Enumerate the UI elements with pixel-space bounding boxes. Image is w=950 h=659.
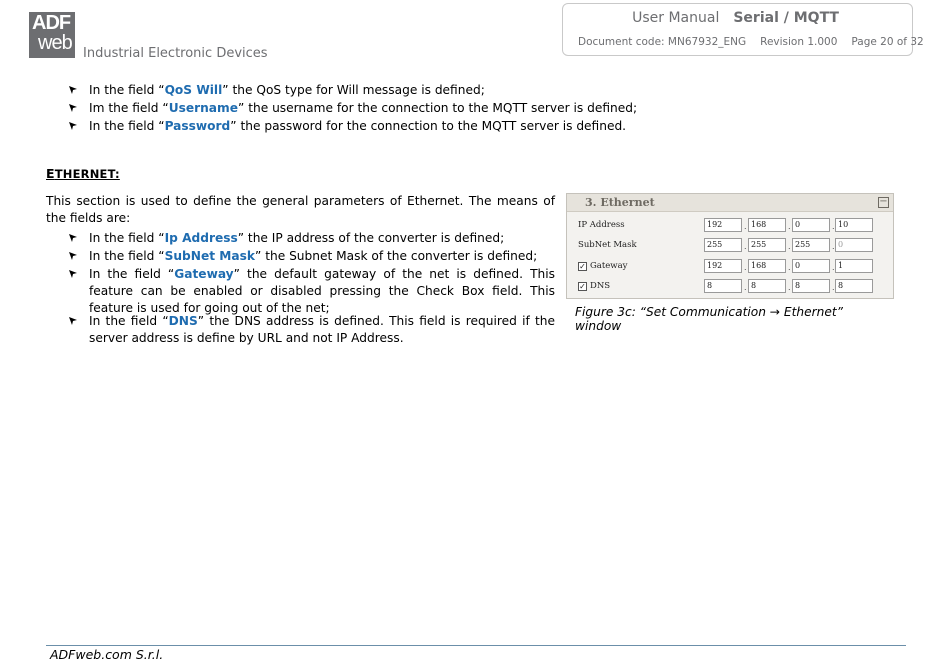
bullet-gateway: In the field “Gateway” the default gatew… bbox=[69, 266, 555, 317]
header-title-row: User Manual Serial / MQTT bbox=[632, 10, 839, 26]
field-name: Ip Address bbox=[164, 231, 238, 245]
field-name: DNS bbox=[168, 314, 198, 328]
ip-octet-4[interactable]: 10 bbox=[835, 218, 873, 232]
ip-octet-1[interactable]: 192 bbox=[704, 218, 742, 232]
row-subnet-mask: SubNet Mask 255 . 255 . 255 . 0 bbox=[567, 237, 893, 255]
collapse-icon[interactable]: − bbox=[878, 197, 889, 208]
arrow-bullet-icon bbox=[69, 104, 77, 112]
section-intro: This section is used to define the gener… bbox=[46, 194, 555, 225]
logo-bottom-text: web bbox=[38, 32, 73, 54]
dot-separator: . bbox=[788, 222, 791, 231]
row-gateway: ✓ Gateway 192 . 168 . 0 . 1 bbox=[567, 258, 893, 276]
row-label: ✓ DNS bbox=[578, 281, 611, 291]
gateway-checkbox[interactable]: ✓ bbox=[578, 261, 587, 271]
row-label: IP Address bbox=[578, 220, 625, 230]
panel-header: 3. Ethernet − bbox=[567, 194, 893, 212]
section-heading-ethernet: ETHERNET: bbox=[46, 166, 120, 181]
arrow-bullet-icon bbox=[69, 86, 77, 94]
footer-company: ADFweb.com S.r.l. bbox=[50, 647, 164, 659]
dot-separator: . bbox=[744, 222, 747, 231]
arrow-bullet-icon bbox=[69, 252, 77, 260]
header-meta-row: Document code: MN67932_ENG Revision 1.00… bbox=[578, 36, 924, 48]
field-name: Username bbox=[168, 101, 238, 115]
gateway-octet-2[interactable]: 168 bbox=[748, 259, 786, 273]
document-code: Document code: MN67932_ENG bbox=[578, 36, 747, 48]
adfweb-logo: ADF web bbox=[29, 12, 75, 58]
dns-octet-4[interactable]: 8 bbox=[835, 279, 873, 293]
panel-title: 3. Ethernet bbox=[585, 196, 655, 209]
document-header-box: User Manual Serial / MQTT Document code:… bbox=[562, 3, 924, 56]
dot-separator: . bbox=[788, 283, 791, 292]
bullet-ip-address: In the field “Ip Address” the IP address… bbox=[69, 230, 555, 247]
figure-caption: Figure 3c: “Set Communication → Ethernet… bbox=[575, 305, 843, 333]
ip-octet-2[interactable]: 168 bbox=[748, 218, 786, 232]
mask-octet-3[interactable]: 255 bbox=[792, 238, 830, 252]
bullet-subnet-mask: In the field “SubNet Mask” the Subnet Ma… bbox=[69, 248, 555, 265]
field-name: QoS Will bbox=[164, 83, 223, 97]
field-name: Password bbox=[164, 119, 231, 133]
gateway-octet-4[interactable]: 1 bbox=[835, 259, 873, 273]
dot-separator: . bbox=[788, 263, 791, 272]
dns-octet-1[interactable]: 8 bbox=[704, 279, 742, 293]
row-label: SubNet Mask bbox=[578, 240, 637, 250]
product-title: Serial / MQTT bbox=[733, 10, 839, 26]
ip-octet-3[interactable]: 0 bbox=[792, 218, 830, 232]
mask-octet-4[interactable]: 0 bbox=[835, 238, 873, 252]
bullet-dns: In the field “DNS” the DNS address is de… bbox=[69, 313, 555, 347]
row-ip-address: IP Address 192 . 168 . 0 . 10 bbox=[567, 217, 893, 235]
bullet-qos-will: In the field “QoS Will” the QoS type for… bbox=[69, 82, 555, 99]
field-name: SubNet Mask bbox=[164, 249, 255, 263]
arrow-bullet-icon bbox=[69, 317, 77, 325]
row-label: ✓ Gateway bbox=[578, 261, 628, 271]
mask-octet-1[interactable]: 255 bbox=[704, 238, 742, 252]
bullet-password: In the field “Password” the password for… bbox=[69, 118, 649, 135]
arrow-bullet-icon bbox=[69, 270, 77, 278]
gateway-octet-1[interactable]: 192 bbox=[704, 259, 742, 273]
logo-top-text: ADF bbox=[32, 12, 71, 34]
dot-separator: . bbox=[788, 242, 791, 251]
row-dns: ✓ DNS 8 . 8 . 8 . 8 bbox=[567, 278, 893, 296]
page-number: Page 20 of 32 bbox=[851, 36, 924, 48]
ethernet-settings-panel: 3. Ethernet − IP Address 192 . 168 . 0 .… bbox=[566, 193, 894, 299]
dot-separator: . bbox=[744, 263, 747, 272]
dot-separator: . bbox=[744, 242, 747, 251]
mask-octet-2[interactable]: 255 bbox=[748, 238, 786, 252]
dot-separator: . bbox=[744, 283, 747, 292]
dns-checkbox[interactable]: ✓ bbox=[578, 281, 587, 291]
footer-divider bbox=[46, 645, 906, 646]
company-tagline: Industrial Electronic Devices bbox=[83, 46, 268, 61]
gateway-octet-3[interactable]: 0 bbox=[792, 259, 830, 273]
dns-octet-3[interactable]: 8 bbox=[792, 279, 830, 293]
bullet-username: Im the field “Username” the username for… bbox=[69, 100, 649, 117]
arrow-bullet-icon bbox=[69, 122, 77, 130]
manual-label: User Manual bbox=[632, 10, 720, 26]
arrow-bullet-icon bbox=[69, 234, 77, 242]
dns-octet-2[interactable]: 8 bbox=[748, 279, 786, 293]
field-name: Gateway bbox=[174, 267, 234, 281]
revision: Revision 1.000 bbox=[760, 36, 838, 48]
